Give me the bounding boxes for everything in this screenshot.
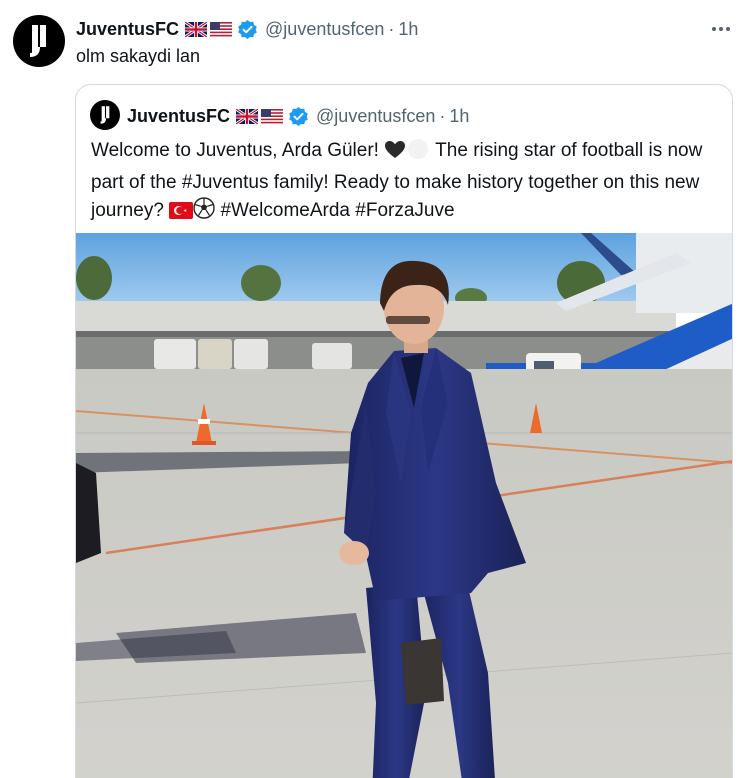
tweet: JuventusFC @juventusfcen · 1h olm sakayd… [0,0,750,778]
soccer-ball-icon [193,197,215,229]
more-icon[interactable] [706,18,736,40]
juventus-logo-icon[interactable] [13,15,65,67]
separator-dot: · [439,105,446,126]
quote-text: Welcome to Juventus, Arda Güler! The ris… [91,137,721,229]
author-name[interactable]: JuventusFC [76,19,179,40]
tweet-header: JuventusFC @juventusfcen · 1h [76,17,418,41]
quote-time[interactable]: 1h [449,106,469,127]
verified-badge-icon [237,19,258,40]
separator-dot: · [388,18,395,39]
turkey-flag-icon [169,200,194,229]
white-heart-icon [406,139,430,169]
player-photo[interactable] [76,233,732,778]
juventus-logo-icon[interactable] [90,100,120,130]
uk-flag-icon [185,21,208,37]
quote-text-part1: Welcome to Juventus, Arda Güler! [91,140,385,161]
us-flag-icon [261,108,284,124]
verified-badge-icon [288,106,309,127]
us-flag-icon [210,21,233,37]
tweet-time[interactable]: 1h [398,19,418,40]
quoted-tweet-card[interactable]: JuventusFC @juventusfcen · 1h Welcome to… [75,84,733,778]
author-handle[interactable]: @juventusfcen [265,19,384,40]
quote-author-name[interactable]: JuventusFC [127,106,230,127]
black-heart-icon [384,140,406,169]
uk-flag-icon [236,108,259,124]
quote-header: JuventusFC @juventusfcen · 1h [127,104,469,128]
tweet-text: olm sakaydi lan [76,46,201,66]
quote-text-part3: #WelcomeArda #ForzaJuve [215,200,455,221]
quote-author-handle[interactable]: @juventusfcen [316,106,435,127]
